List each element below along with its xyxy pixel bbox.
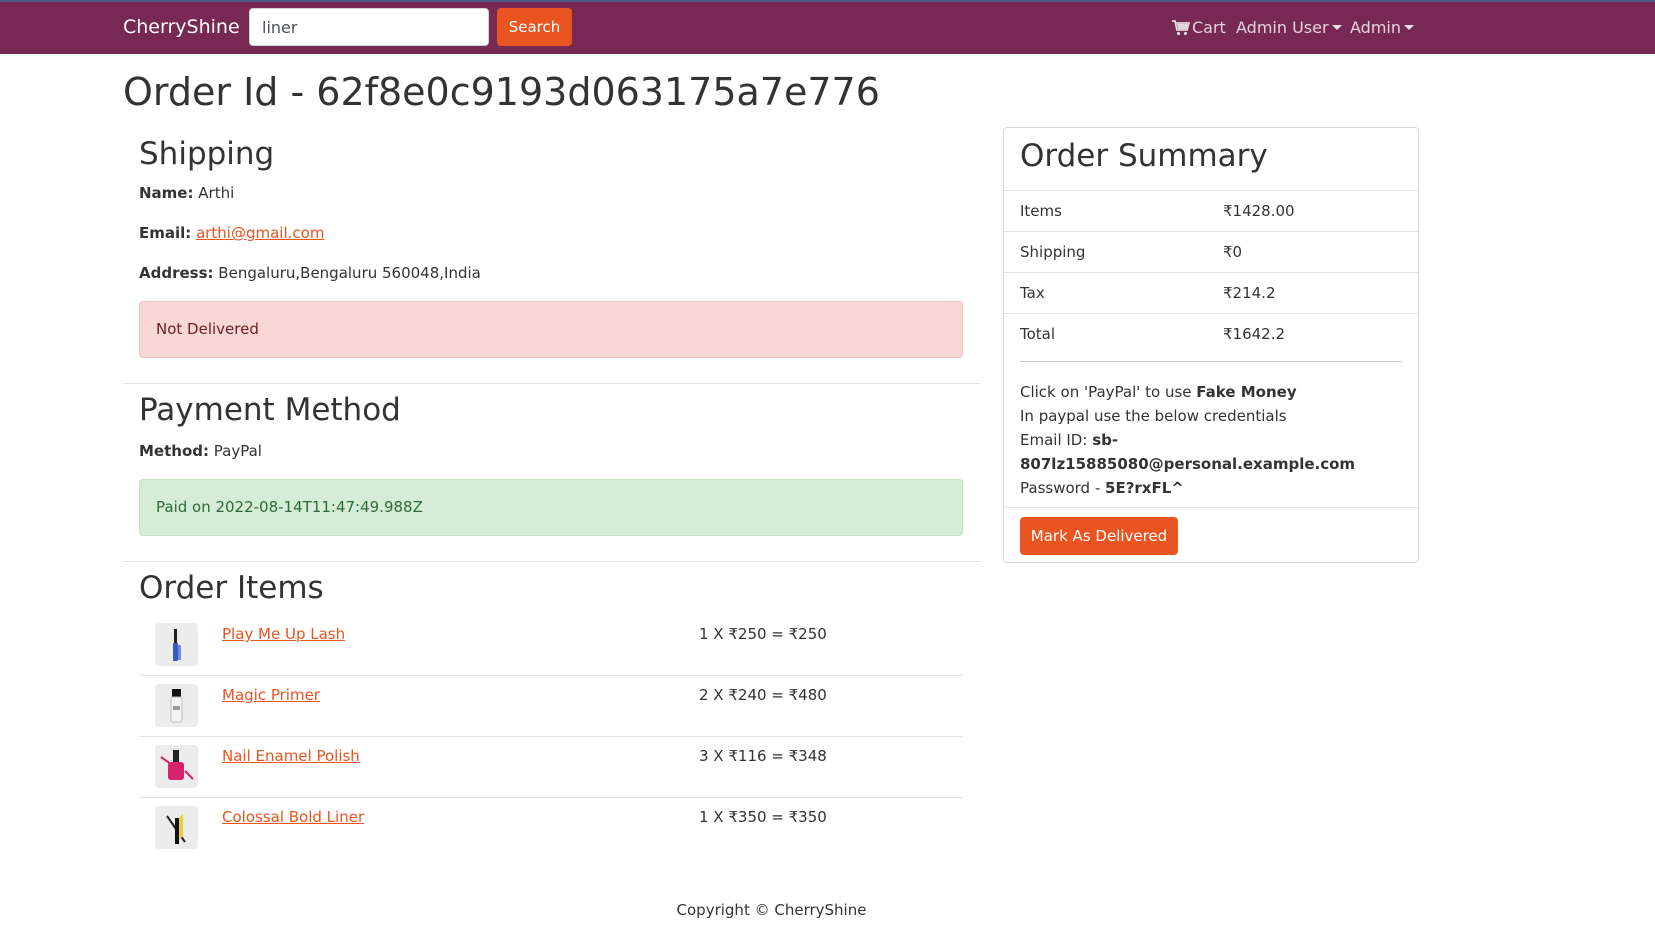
cart-link[interactable]: Cart [1172, 18, 1226, 37]
summary-row-tax: Tax ₹214.2 [1004, 272, 1418, 313]
product-link[interactable]: Nail Enamel Polish [222, 747, 360, 765]
payment-status-alert: Paid on 2022-08-14T11:47:49.988Z [139, 479, 963, 536]
footer-copyright: Copyright © CherryShine [676, 901, 867, 919]
summary-label: Total [1020, 325, 1056, 343]
search-input[interactable] [249, 8, 489, 46]
payment-heading: Payment Method [139, 392, 401, 428]
product-link[interactable]: Magic Primer [222, 686, 320, 704]
name-value: Arthi [198, 184, 235, 202]
mark-as-delivered-button[interactable]: Mark As Delivered [1020, 517, 1178, 555]
method-label: Method: [139, 442, 209, 460]
order-items-heading: Order Items [139, 570, 324, 606]
note-password: 5E?rxFL^ [1105, 479, 1184, 497]
email-link[interactable]: arthi@gmail.com [196, 224, 324, 242]
nail-polish-icon [155, 745, 198, 788]
list-item: Nail Enamel Polish 3 X ₹116 = ₹348 [139, 737, 963, 798]
product-link[interactable]: Colossal Bold Liner [222, 808, 364, 826]
list-item: Magic Primer 2 X ₹240 = ₹480 [139, 676, 963, 737]
divider [123, 383, 980, 384]
order-summary-card: Order Summary Items ₹1428.00 Shipping ₹0… [1003, 127, 1419, 563]
summary-value: ₹1642.2 [1223, 325, 1286, 343]
chevron-down-icon [1331, 25, 1342, 30]
item-price-calc: 1 X ₹350 = ₹350 [699, 808, 827, 826]
paypal-email-line: Email ID: sb- [1020, 431, 1118, 449]
summary-label: Shipping [1020, 243, 1086, 261]
chevron-down-icon [1404, 25, 1414, 30]
list-item: Play Me Up Lash 1 X ₹250 = ₹250 [139, 615, 963, 676]
item-price-calc: 2 X ₹240 = ₹480 [699, 686, 827, 704]
shipping-address: Address: Bengaluru,Bengaluru 560048,Indi… [139, 264, 481, 282]
summary-row-shipping: Shipping ₹0 [1004, 231, 1418, 272]
shipping-name: Name: Arthi [139, 184, 234, 202]
email-label: Email: [139, 224, 192, 242]
brand-logo[interactable]: CherryShine [123, 16, 240, 38]
note-email-part1: sb- [1092, 431, 1119, 449]
note-text: Click on 'PayPal' to use [1020, 383, 1197, 401]
admin-user-label: Admin User [1236, 18, 1329, 37]
address-label: Address: [139, 264, 214, 282]
paypal-note-line2: In paypal use the below credentials [1020, 407, 1287, 425]
paypal-note-line1: Click on 'PayPal' to use Fake Money [1020, 383, 1297, 401]
note-bold: Fake Money [1196, 383, 1297, 401]
summary-value: ₹1428.00 [1223, 202, 1295, 220]
summary-value: ₹214.2 [1223, 284, 1276, 302]
admin-dropdown[interactable]: Admin [1350, 18, 1414, 37]
admin-label: Admin [1350, 18, 1401, 37]
summary-label: Tax [1020, 284, 1045, 302]
note-email-label: Email ID: [1020, 431, 1093, 449]
paypal-password-line: Password - 5E?rxFL^ [1020, 479, 1184, 497]
item-price-calc: 1 X ₹250 = ₹250 [699, 625, 827, 643]
shipping-email: Email: arthi@gmail.com [139, 224, 324, 242]
paypal-email-value: 807lz15885080@personal.example.com [1020, 455, 1355, 473]
summary-value: ₹0 [1223, 243, 1243, 261]
page-title: Order Id - 62f8e0c9193d063175a7e776 [123, 70, 880, 114]
item-price-calc: 3 X ₹116 = ₹348 [699, 747, 827, 765]
order-summary-heading: Order Summary [1020, 138, 1268, 174]
primer-bottle-icon [155, 684, 198, 727]
list-item: Colossal Bold Liner 1 X ₹350 = ₹350 [139, 798, 963, 859]
summary-row-items: Items ₹1428.00 [1004, 190, 1418, 231]
admin-user-dropdown[interactable]: Admin User [1236, 18, 1342, 37]
summary-label: Items [1020, 202, 1062, 220]
payment-method: Method: PayPal [139, 442, 262, 460]
name-label: Name: [139, 184, 194, 202]
product-link[interactable]: Play Me Up Lash [222, 625, 345, 643]
mascara-icon [155, 623, 198, 666]
method-value: PayPal [213, 442, 262, 460]
divider [1020, 361, 1402, 362]
divider [123, 561, 980, 562]
divider [1004, 507, 1418, 508]
summary-row-total: Total ₹1642.2 [1004, 313, 1418, 354]
cart-label: Cart [1192, 18, 1226, 37]
note-email-part2: 807lz15885080@personal.example.com [1020, 455, 1356, 473]
search-button[interactable]: Search [497, 8, 572, 46]
address-value: Bengaluru,Bengaluru 560048,India [218, 264, 481, 282]
shipping-heading: Shipping [139, 136, 275, 172]
top-navbar: CherryShine Search Cart Admin User Admin [0, 0, 1655, 54]
cart-icon [1172, 19, 1190, 35]
delivery-status-alert: Not Delivered [139, 301, 963, 358]
eyeliner-icon [155, 806, 198, 849]
note-password-label: Password - [1020, 479, 1106, 497]
